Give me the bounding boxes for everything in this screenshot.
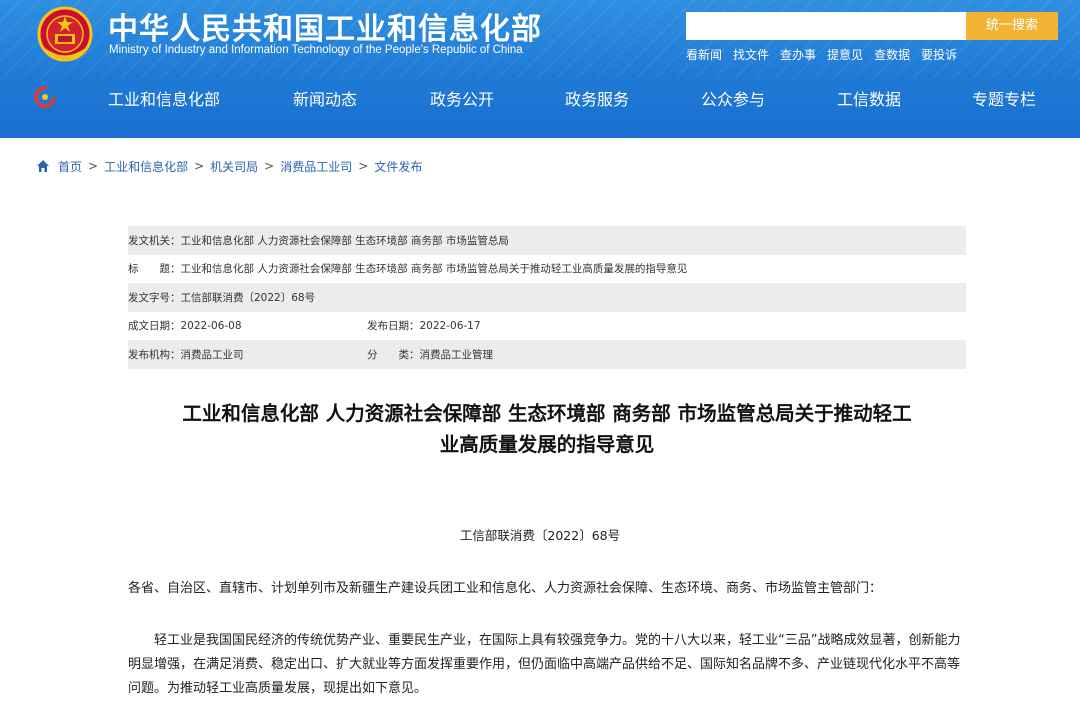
nav-item-gov-affairs[interactable]: 政务公开 xyxy=(430,86,494,110)
meta-category: 分 类：消费品工业管理 xyxy=(367,347,493,362)
nav-item-public[interactable]: 公众参与 xyxy=(701,86,765,110)
breadcrumb-separator: > xyxy=(88,159,99,173)
article-doc-number: 工信部联消费〔2022〕68号 xyxy=(459,528,621,543)
breadcrumb-file-release[interactable]: 文件发布 xyxy=(374,158,422,175)
meta-label: 发布日期： xyxy=(367,320,420,333)
meta-value: 消费品工业管理 xyxy=(419,348,494,361)
nav-item-miit[interactable]: 工业和信息化部 xyxy=(108,86,220,110)
breadcrumb-departments[interactable]: 机关司局 xyxy=(210,158,258,175)
meta-publish-date: 发布日期：2022-06-17 xyxy=(367,318,481,333)
breadcrumb-miit[interactable]: 工业和信息化部 xyxy=(104,158,188,175)
breadcrumb-separator: > xyxy=(194,159,205,173)
meta-value: 2022-06-08 xyxy=(180,319,242,332)
breadcrumb-consumer-goods[interactable]: 消费品工业司 xyxy=(280,158,352,175)
miit-logo-icon[interactable] xyxy=(34,86,56,108)
quick-link-files[interactable]: 找文件 xyxy=(733,46,769,64)
search-input[interactable] xyxy=(686,12,966,40)
meta-row-dates: 成文日期： 2022-06-08 发布日期：2022-06-17 xyxy=(128,312,966,341)
article-salutation: 各省、自治区、直辖市、计划单列市及新疆生产建设兵团工业和信息化、人力资源社会保障… xyxy=(128,581,883,596)
quick-link-feedback[interactable]: 提意见 xyxy=(827,46,863,64)
site-title: 中华人民共和国工业和信息化部 xyxy=(108,12,542,47)
nav-item-data[interactable]: 工信数据 xyxy=(837,86,901,110)
meta-value: 2022-06-17 xyxy=(419,320,481,333)
meta-value: 工信部联消费〔2022〕68号 xyxy=(180,291,316,304)
article-title-line: 工业和信息化部 人力资源社会保障部 生态环境部 商务部 市场监管总局关于推动轻工 xyxy=(182,402,912,425)
quick-link-complaint[interactable]: 要投诉 xyxy=(921,46,957,64)
breadcrumb-separator: > xyxy=(264,159,275,173)
nav-item-news[interactable]: 新闻动态 xyxy=(293,86,357,110)
site-header: 中华人民共和国工业和信息化部 Ministry of Industry and … xyxy=(0,0,1080,138)
meta-row-issuer: 发文机关： 工业和信息化部 人力资源社会保障部 生态环境部 商务部 市场监管总局 xyxy=(128,226,966,255)
home-icon xyxy=(37,160,49,172)
meta-row-agency: 发布机构： 消费品工业司 分 类：消费品工业管理 xyxy=(128,340,966,369)
meta-value: 工业和信息化部 人力资源社会保障部 生态环境部 商务部 市场监管总局关于推动轻工… xyxy=(180,263,688,276)
quick-link-services[interactable]: 查办事 xyxy=(780,46,816,64)
quick-links: 看新闻 找文件 查办事 提意见 查数据 要投诉 xyxy=(686,46,957,64)
quick-link-data[interactable]: 查数据 xyxy=(874,46,910,64)
meta-row-doc-no: 发文字号： 工信部联消费〔2022〕68号 xyxy=(128,283,966,312)
national-emblem-icon[interactable] xyxy=(37,6,93,64)
nav-item-topics[interactable]: 专题专栏 xyxy=(972,86,1036,110)
meta-label: 发文字号： xyxy=(128,291,181,304)
meta-label: 分 类： xyxy=(367,348,420,361)
meta-label: 发文机关： xyxy=(128,234,181,247)
article-title-line: 业高质量发展的指导意见 xyxy=(439,433,655,456)
meta-label: 发布机构： xyxy=(128,348,181,361)
quick-link-news[interactable]: 看新闻 xyxy=(686,46,722,64)
article-title: 工业和信息化部 人力资源社会保障部 生态环境部 商务部 市场监管总局关于推动轻工… xyxy=(128,398,966,460)
meta-row-title: 标 题： 工业和信息化部 人力资源社会保障部 生态环境部 商务部 市场监管总局关… xyxy=(128,255,966,284)
breadcrumb-home[interactable]: 首页 xyxy=(58,158,82,175)
search-button[interactable]: 统一搜索 xyxy=(966,12,1058,40)
meta-value: 消费品工业司 xyxy=(180,348,244,361)
breadcrumb: 首页 > 工业和信息化部 > 机关司局 > 消费品工业司 > 文件发布 xyxy=(36,157,422,175)
meta-value: 工业和信息化部 人力资源社会保障部 生态环境部 商务部 市场监管总局 xyxy=(180,234,509,247)
nav-item-gov-services[interactable]: 政务服务 xyxy=(565,86,629,110)
article-paragraph: 轻工业是我国国民经济的传统优势产业、重要民生产业，在国际上具有较强竞争力。党的十… xyxy=(128,633,961,696)
breadcrumb-separator: > xyxy=(358,159,369,173)
main-nav: 工业和信息化部 新闻动态 政务公开 政务服务 公众参与 工信数据 专题专栏 xyxy=(0,78,1080,116)
site-subtitle: Ministry of Industry and Information Tec… xyxy=(109,44,523,56)
document-meta-table: 发文机关： 工业和信息化部 人力资源社会保障部 生态环境部 商务部 市场监管总局… xyxy=(128,226,966,369)
meta-label: 标 题： xyxy=(128,263,181,276)
meta-label: 成文日期： xyxy=(128,320,181,333)
